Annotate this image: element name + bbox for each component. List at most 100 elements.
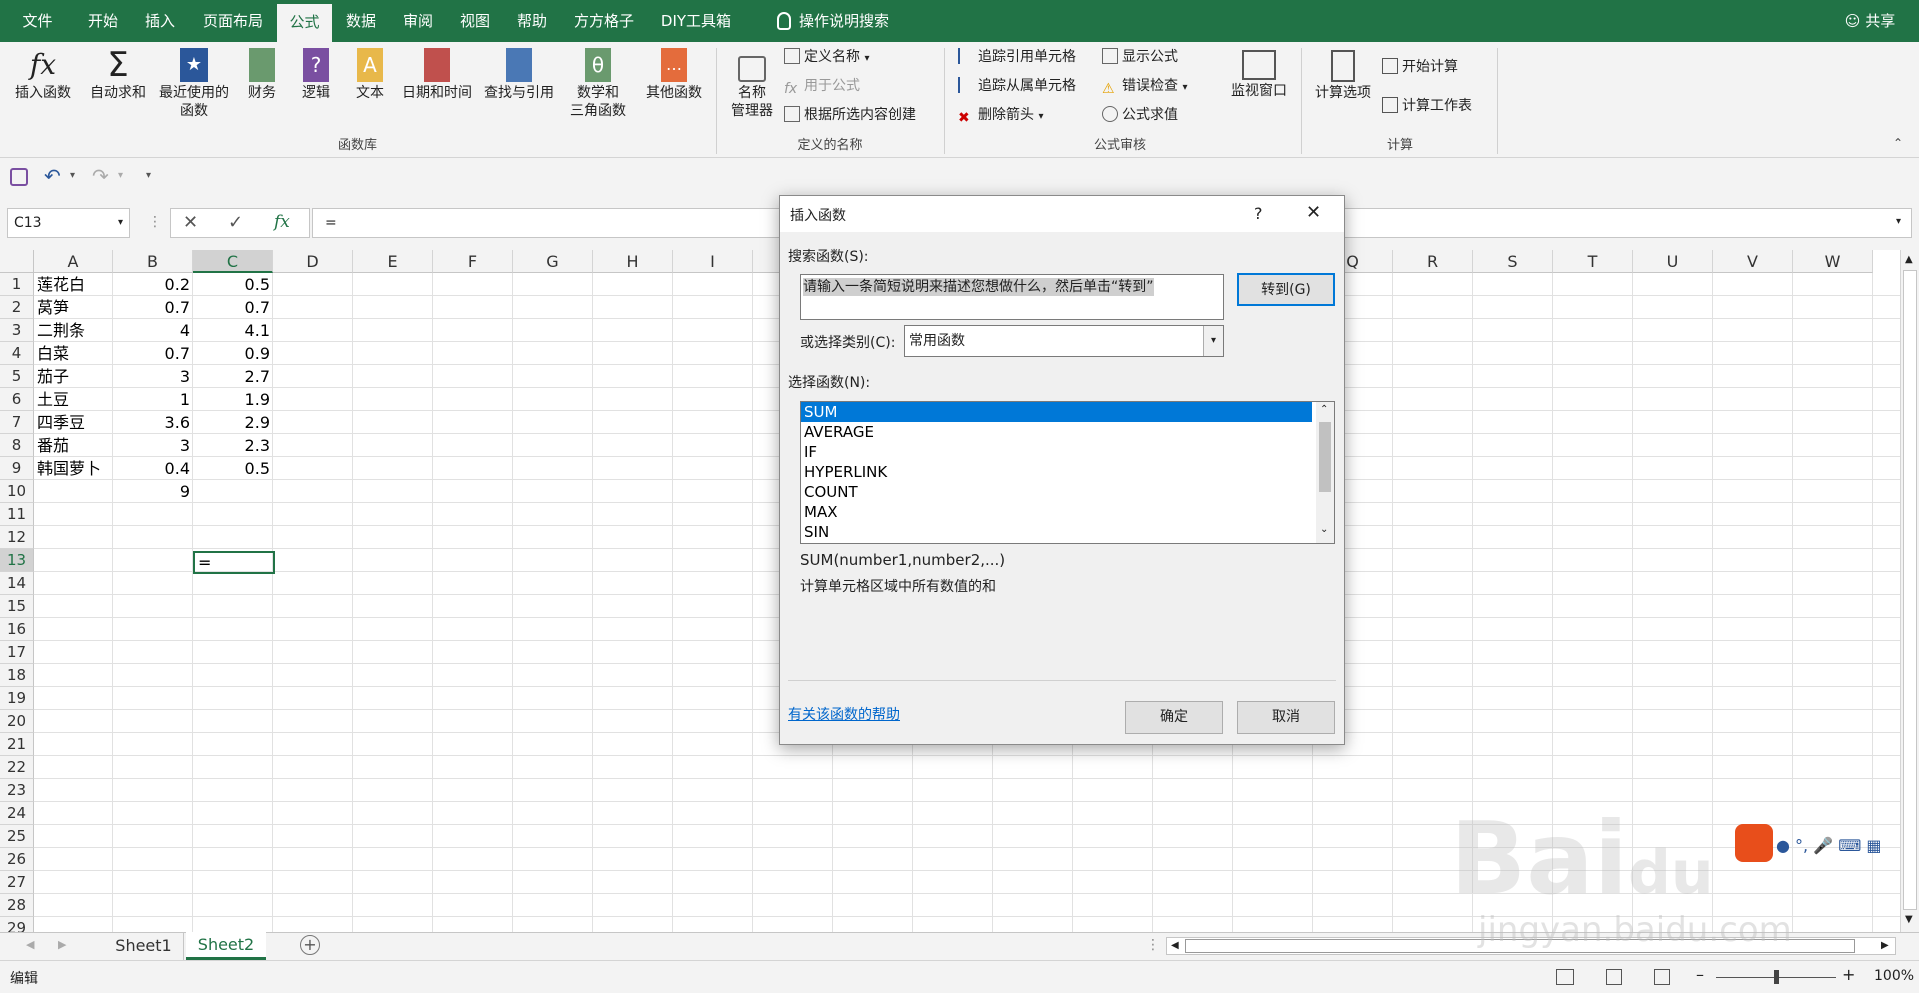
row-header-25[interactable]: 25 xyxy=(0,825,34,848)
cell-c7[interactable]: 2.9 xyxy=(193,411,273,434)
column-header-c[interactable]: C xyxy=(193,250,273,273)
vertical-scrollbar[interactable]: ▲ ▼ xyxy=(1900,250,1919,932)
row-header-21[interactable]: 21 xyxy=(0,733,34,756)
name-manager-button[interactable]: 名称 管理器 xyxy=(726,56,778,120)
save-icon[interactable] xyxy=(10,168,28,186)
scroll-left-icon[interactable]: ◀ xyxy=(1171,940,1179,951)
list-item[interactable]: SIN xyxy=(801,522,1334,542)
row-header-27[interactable]: 27 xyxy=(0,871,34,894)
tab-view[interactable]: 视图 xyxy=(450,0,500,42)
cell-a8[interactable]: 番茄 xyxy=(34,434,113,457)
autosum-button[interactable]: Σ 自动求和 xyxy=(86,48,150,102)
scroll-up-icon[interactable]: ▲ xyxy=(1905,254,1913,265)
column-header-t[interactable]: T xyxy=(1553,250,1633,273)
datetime-button[interactable]: 日期和时间 xyxy=(398,48,476,102)
cell-c3[interactable]: 4.1 xyxy=(193,319,273,342)
cell-b5[interactable]: 3 xyxy=(113,365,193,388)
column-header-w[interactable]: W xyxy=(1793,250,1873,273)
row-header-26[interactable]: 26 xyxy=(0,848,34,871)
row-header-20[interactable]: 20 xyxy=(0,710,34,733)
row-header-17[interactable]: 17 xyxy=(0,641,34,664)
column-header-e[interactable]: E xyxy=(353,250,433,273)
row-header-28[interactable]: 28 xyxy=(0,894,34,917)
row-header-15[interactable]: 15 xyxy=(0,595,34,618)
list-item[interactable]: AVERAGE xyxy=(801,422,1334,442)
cell-c5[interactable]: 2.7 xyxy=(193,365,273,388)
undo-icon[interactable]: ↶ xyxy=(44,164,61,188)
scroll-down-icon[interactable]: ▼ xyxy=(1905,914,1913,925)
tab-file[interactable]: 文件 xyxy=(10,0,65,42)
dialog-close-icon[interactable]: ✕ xyxy=(1306,202,1321,223)
cell-a1[interactable]: 莲花白 xyxy=(34,273,113,296)
collapse-ribbon-icon[interactable]: ⌃ xyxy=(1893,136,1903,150)
row-header-23[interactable]: 23 xyxy=(0,779,34,802)
show-formulas-button[interactable]: 显示公式 xyxy=(1102,46,1178,68)
logical-button[interactable]: ? 逻辑 xyxy=(296,48,336,102)
row-header-7[interactable]: 7 xyxy=(0,411,34,434)
row-header-13[interactable]: 13 xyxy=(0,549,34,572)
redo-icon[interactable]: ↷ xyxy=(92,164,109,188)
cell-b2[interactable]: 0.7 xyxy=(113,296,193,319)
tab-fangfang[interactable]: 方方格子 xyxy=(566,0,642,42)
column-header-h[interactable]: H xyxy=(593,250,673,273)
name-box[interactable]: C13 ▾ xyxy=(7,208,130,238)
scroll-right-icon[interactable]: ▶ xyxy=(1881,940,1889,951)
use-in-formula-button[interactable]: fx 用于公式 xyxy=(784,75,860,97)
column-header-s[interactable]: S xyxy=(1473,250,1553,273)
more-functions-button[interactable]: … 其他函数 xyxy=(640,48,708,102)
ok-button[interactable]: 确定 xyxy=(1125,701,1223,734)
cell-b8[interactable]: 3 xyxy=(113,434,193,457)
cell-a2[interactable]: 莴笋 xyxy=(34,296,113,319)
ime-logo-icon[interactable] xyxy=(1735,824,1773,862)
cancel-button[interactable]: 取消 xyxy=(1237,701,1335,734)
cell-c9[interactable]: 0.5 xyxy=(193,457,273,480)
row-header-9[interactable]: 9 xyxy=(0,457,34,480)
scroll-right-icon[interactable]: ▶ xyxy=(58,938,66,951)
page-layout-view-icon[interactable] xyxy=(1606,969,1622,985)
scroll-up-icon[interactable]: ⌃ xyxy=(1320,404,1328,415)
error-checking-button[interactable]: ⚠ 错误检查 ▾ xyxy=(1102,75,1187,97)
zoom-in-icon[interactable]: + xyxy=(1842,965,1855,984)
cell-a3[interactable]: 二荆条 xyxy=(34,319,113,342)
page-break-view-icon[interactable] xyxy=(1654,969,1670,985)
tab-diy[interactable]: DIY工具箱 xyxy=(653,0,739,42)
sheet-tab-sheet2[interactable]: Sheet2 xyxy=(186,932,266,960)
tab-data[interactable]: 数据 xyxy=(337,0,385,42)
insert-function-fx-icon[interactable]: fx xyxy=(274,212,290,232)
row-header-5[interactable]: 5 xyxy=(0,365,34,388)
scroll-thumb[interactable] xyxy=(1903,270,1917,910)
list-scrollbar[interactable]: ⌃ ⌄ xyxy=(1316,402,1334,543)
list-item[interactable]: COUNT xyxy=(801,482,1334,502)
ime-toolbar[interactable]: ● °, 🎤 ⌨ ▦ xyxy=(1776,836,1882,855)
tell-me-search[interactable]: 操作说明搜索 xyxy=(758,0,908,42)
select-all-corner[interactable] xyxy=(0,250,34,273)
cell-a5[interactable]: 茄子 xyxy=(34,365,113,388)
cell-c13[interactable]: = xyxy=(195,551,273,574)
row-header-1[interactable]: 1 xyxy=(0,273,34,296)
cell-c1[interactable]: 0.5 xyxy=(193,273,273,296)
remove-arrows-button[interactable]: ✖ 删除箭头 ▾ xyxy=(958,104,1043,126)
column-header-u[interactable]: U xyxy=(1633,250,1713,273)
row-header-10[interactable]: 10 xyxy=(0,480,34,503)
lookup-button[interactable]: 查找与引用 xyxy=(480,48,558,102)
column-header-d[interactable]: D xyxy=(273,250,353,273)
cell-b6[interactable]: 1 xyxy=(113,388,193,411)
row-header-11[interactable]: 11 xyxy=(0,503,34,526)
enter-check-icon[interactable]: ✓ xyxy=(228,212,243,233)
category-select[interactable]: 常用函数 ▾ xyxy=(904,325,1224,357)
tab-help[interactable]: 帮助 xyxy=(507,0,557,42)
text-button[interactable]: A 文本 xyxy=(350,48,390,102)
calculate-sheet-button[interactable]: 计算工作表 xyxy=(1382,95,1472,117)
tab-review[interactable]: 审阅 xyxy=(393,0,443,42)
column-header-i[interactable]: I xyxy=(673,250,753,273)
share-button[interactable]: ☺ 共享 xyxy=(1835,0,1905,42)
watch-window-button[interactable]: 监视窗口 xyxy=(1226,50,1292,100)
list-item[interactable]: IF xyxy=(801,442,1334,462)
add-sheet-icon[interactable]: + xyxy=(300,935,320,955)
cell-b4[interactable]: 0.7 xyxy=(113,342,193,365)
row-header-19[interactable]: 19 xyxy=(0,687,34,710)
row-header-8[interactable]: 8 xyxy=(0,434,34,457)
list-item[interactable]: SUM xyxy=(801,402,1312,422)
calculate-now-button[interactable]: 开始计算 xyxy=(1382,56,1458,78)
cell-a9[interactable]: 韩国萝卜 xyxy=(34,457,113,480)
